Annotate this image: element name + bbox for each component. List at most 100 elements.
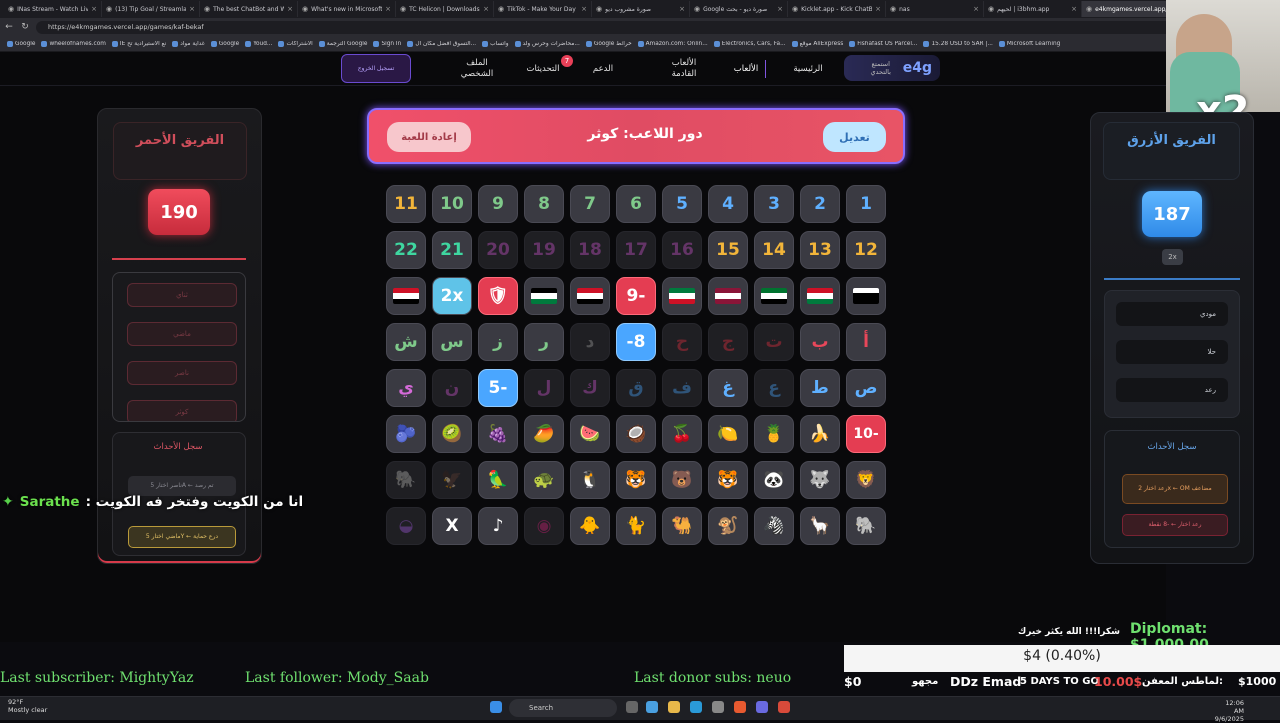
- nav-support[interactable]: الدعم: [585, 64, 621, 75]
- back-icon[interactable]: ←: [4, 22, 14, 32]
- board-cell[interactable]: 11: [386, 185, 426, 223]
- close-icon[interactable]: ×: [483, 5, 489, 13]
- board-cell[interactable]: ح: [662, 323, 702, 361]
- bookmark-item[interactable]: 15.28 USD to SAR |...: [920, 40, 995, 47]
- board-cell[interactable]: 19: [524, 231, 564, 269]
- browser-tab[interactable]: ◉ TC Helicon | Downloads ×: [396, 1, 494, 17]
- bookmark-item[interactable]: Google: [4, 40, 38, 47]
- board-cell[interactable]: [800, 277, 840, 315]
- explorer-icon[interactable]: [668, 701, 680, 713]
- board-cell[interactable]: 🐈: [616, 507, 656, 545]
- store-icon[interactable]: [712, 701, 724, 713]
- logout-button[interactable]: تسجيل الخروج: [341, 54, 411, 83]
- bookmark-item[interactable]: Sign In: [370, 40, 404, 47]
- taskbar-clock[interactable]: 12:06 AM 9/6/2025: [1214, 699, 1244, 723]
- board-cell[interactable]: 🐘: [386, 461, 426, 499]
- bookmark-item[interactable]: واتساب: [479, 40, 511, 47]
- board-cell[interactable]: 7: [570, 185, 610, 223]
- blue-player[interactable]: رعد: [1116, 378, 1228, 402]
- weather-widget[interactable]: 92°F Mostly clear: [8, 698, 47, 714]
- bookmark-item[interactable]: wheelofnames.com: [38, 40, 108, 47]
- board-cell[interactable]: 8: [524, 185, 564, 223]
- bookmark-item[interactable]: Amazon.com: Onlin...: [635, 40, 711, 47]
- board-cell[interactable]: 🐫: [662, 507, 702, 545]
- board-cell[interactable]: X: [432, 507, 472, 545]
- copilot-icon[interactable]: [646, 701, 658, 713]
- nav-games[interactable]: الألعاب: [726, 64, 766, 75]
- browser-tab[interactable]: ◉ Kicklet.app - Kick ChatB... ×: [788, 1, 886, 17]
- browser-tab[interactable]: ◉ Google صورة ديو - بحث ×: [690, 1, 788, 17]
- nav-upcoming-games[interactable]: الألعاب القادمة: [664, 58, 704, 80]
- board-cell[interactable]: 🥝: [432, 415, 472, 453]
- board-cell[interactable]: 🛡: [478, 277, 518, 315]
- board-cell[interactable]: 4: [708, 185, 748, 223]
- board-cell[interactable]: ف: [662, 369, 702, 407]
- board-cell[interactable]: 14: [754, 231, 794, 269]
- board-cell[interactable]: 5-: [478, 369, 518, 407]
- board-cell[interactable]: [846, 277, 886, 315]
- edit-button[interactable]: تعديل: [823, 122, 886, 152]
- close-icon[interactable]: ×: [679, 5, 685, 13]
- board-cell[interactable]: 2: [800, 185, 840, 223]
- board-cell[interactable]: [708, 277, 748, 315]
- board-cell[interactable]: د: [570, 323, 610, 361]
- board-cell[interactable]: 15: [708, 231, 748, 269]
- board-cell[interactable]: ◉: [524, 507, 564, 545]
- close-icon[interactable]: ×: [777, 5, 783, 13]
- bookmark-item[interactable]: Fishafast US Parcel...: [846, 40, 920, 47]
- board-cell[interactable]: 🐥: [570, 507, 610, 545]
- red-player[interactable]: كوثر: [127, 400, 237, 421]
- board-cell[interactable]: ز: [478, 323, 518, 361]
- board-cell[interactable]: 🍉: [570, 415, 610, 453]
- board-cell[interactable]: 10-: [846, 415, 886, 453]
- board-cell[interactable]: ع: [754, 369, 794, 407]
- bookmark-item[interactable]: التسوق افضل مكان ال...: [404, 40, 479, 47]
- bookmark-item[interactable]: Google: [208, 40, 242, 47]
- board-cell[interactable]: 🍇: [478, 415, 518, 453]
- browser-tab[interactable]: ◉ INas Stream - Watch Live ×: [4, 1, 102, 17]
- browser-tab[interactable]: ◉ لحيهم | i3bhm.app ×: [984, 1, 1082, 17]
- close-icon[interactable]: ×: [875, 5, 881, 13]
- close-icon[interactable]: ×: [581, 5, 587, 13]
- browser-tab[interactable]: ◉ (13) Tip Goal / Streamlabs ×: [102, 1, 200, 17]
- board-cell[interactable]: س: [432, 323, 472, 361]
- edge-icon[interactable]: [690, 701, 702, 713]
- blue-player[interactable]: مودي: [1116, 302, 1228, 326]
- board-cell[interactable]: ص: [846, 369, 886, 407]
- board-cell[interactable]: 18: [570, 231, 610, 269]
- blue-player[interactable]: حلا: [1116, 340, 1228, 364]
- board-cell[interactable]: أ: [846, 323, 886, 361]
- board-cell[interactable]: 🍒: [662, 415, 702, 453]
- windows-start-icon[interactable]: [490, 701, 502, 713]
- browser-tab[interactable]: ◉ nas ×: [886, 1, 984, 17]
- board-cell[interactable]: 🦁: [846, 461, 886, 499]
- discord-icon[interactable]: [756, 701, 768, 713]
- board-cell[interactable]: ك: [570, 369, 610, 407]
- board-cell[interactable]: 🫐: [386, 415, 426, 453]
- board-cell[interactable]: ت: [754, 323, 794, 361]
- bookmark-item[interactable]: الاشتراكات: [275, 40, 315, 47]
- board-cell[interactable]: ب: [800, 323, 840, 361]
- nav-updates[interactable]: التحديثات: [520, 64, 566, 75]
- board-cell[interactable]: 🐻: [662, 461, 702, 499]
- board-cell[interactable]: 🥭: [524, 415, 564, 453]
- board-cell[interactable]: 13: [800, 231, 840, 269]
- board-cell[interactable]: [386, 277, 426, 315]
- close-icon[interactable]: ×: [287, 5, 293, 13]
- board-cell[interactable]: 🐯: [616, 461, 656, 499]
- site-logo[interactable]: استمتع بالتحدي e4g: [844, 55, 940, 81]
- board-cell[interactable]: ج: [708, 323, 748, 361]
- red-player[interactable]: ماضي: [127, 322, 237, 346]
- bookmark-item[interactable]: Microsoft Learning: [996, 40, 1063, 47]
- board-cell[interactable]: 🍌: [800, 415, 840, 453]
- board-cell[interactable]: 🍋: [708, 415, 748, 453]
- board-cell[interactable]: 17: [616, 231, 656, 269]
- board-cell[interactable]: [662, 277, 702, 315]
- board-cell[interactable]: 10: [432, 185, 472, 223]
- url-bar[interactable]: https://e4kmgames.vercel.app/games/kaf-b…: [36, 20, 1260, 34]
- board-cell[interactable]: 🐯: [708, 461, 748, 499]
- board-cell[interactable]: 22: [386, 231, 426, 269]
- taskbar-search[interactable]: Search: [509, 699, 617, 717]
- browser-tab[interactable]: ◉ The best ChatBot and W... ×: [200, 1, 298, 17]
- board-cell[interactable]: 🥥: [616, 415, 656, 453]
